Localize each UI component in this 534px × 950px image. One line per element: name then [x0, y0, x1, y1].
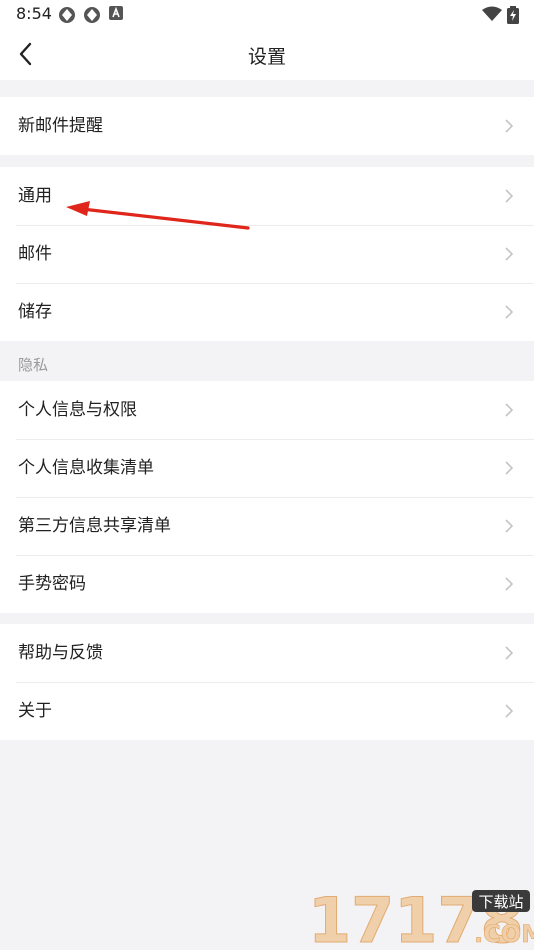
status-bar: 8:54 [0, 0, 534, 28]
settings-item-about[interactable]: 关于 [0, 682, 534, 740]
settings-item-label: 储存 [18, 302, 52, 322]
chevron-right-icon [505, 519, 514, 533]
settings-item-third-party-sharing-list[interactable]: 第三方信息共享清单 [0, 497, 534, 555]
chevron-right-icon [505, 461, 514, 475]
svg-text:.COM: .COM [474, 920, 534, 948]
battery-icon [507, 6, 519, 24]
settings-item-label: 帮助与反馈 [18, 643, 103, 663]
svg-text:下载站: 下载站 [478, 893, 523, 911]
settings-item-gesture-password[interactable]: 手势密码 [0, 555, 534, 613]
chevron-right-icon [505, 189, 514, 203]
settings-item-label: 第三方信息共享清单 [18, 516, 171, 536]
header-bar: 设置 [0, 28, 534, 80]
settings-group-help: 帮助与反馈 关于 [0, 624, 534, 740]
chevron-right-icon [505, 247, 514, 261]
settings-item-label: 邮件 [18, 244, 52, 264]
section-label-privacy: 隐私 [18, 356, 49, 374]
chevron-right-icon [505, 403, 514, 417]
settings-item-label: 通用 [18, 186, 52, 206]
chevron-right-icon [505, 305, 514, 319]
chevron-right-icon [505, 577, 514, 591]
a-notification-icon [109, 6, 123, 20]
settings-item-label: 手势密码 [18, 574, 86, 594]
wifi-icon [482, 6, 502, 21]
annotation-arrow [66, 201, 250, 230]
settings-item-storage[interactable]: 储存 [0, 283, 534, 341]
settings-item-label: 关于 [18, 701, 52, 721]
settings-item-label: 个人信息收集清单 [18, 458, 154, 478]
settings-item-label: 新邮件提醒 [18, 116, 103, 136]
settings-group-privacy: 个人信息与权限 个人信息收集清单 第三方信息共享清单 手势密码 [0, 381, 534, 613]
app-icon-2 [84, 7, 100, 23]
settings-item-personal-info-permissions[interactable]: 个人信息与权限 [0, 381, 534, 439]
settings-group-general: 通用 邮件 储存 [0, 167, 534, 341]
chevron-right-icon [505, 119, 514, 133]
settings-item-info-collection-list[interactable]: 个人信息收集清单 [0, 439, 534, 497]
chevron-right-icon [505, 704, 514, 718]
settings-item-label: 个人信息与权限 [18, 400, 137, 420]
page-title: 设置 [247, 46, 286, 68]
app-icon-1 [59, 7, 75, 23]
settings-group-notifications: 新邮件提醒 [0, 97, 534, 155]
settings-item-new-mail-alert[interactable]: 新邮件提醒 [0, 97, 534, 155]
watermark-logo: 17178 下载站 .COM [308, 884, 534, 950]
chevron-right-icon [505, 646, 514, 660]
settings-item-help-feedback[interactable]: 帮助与反馈 [0, 624, 534, 682]
status-time: 8:54 [16, 4, 52, 23]
